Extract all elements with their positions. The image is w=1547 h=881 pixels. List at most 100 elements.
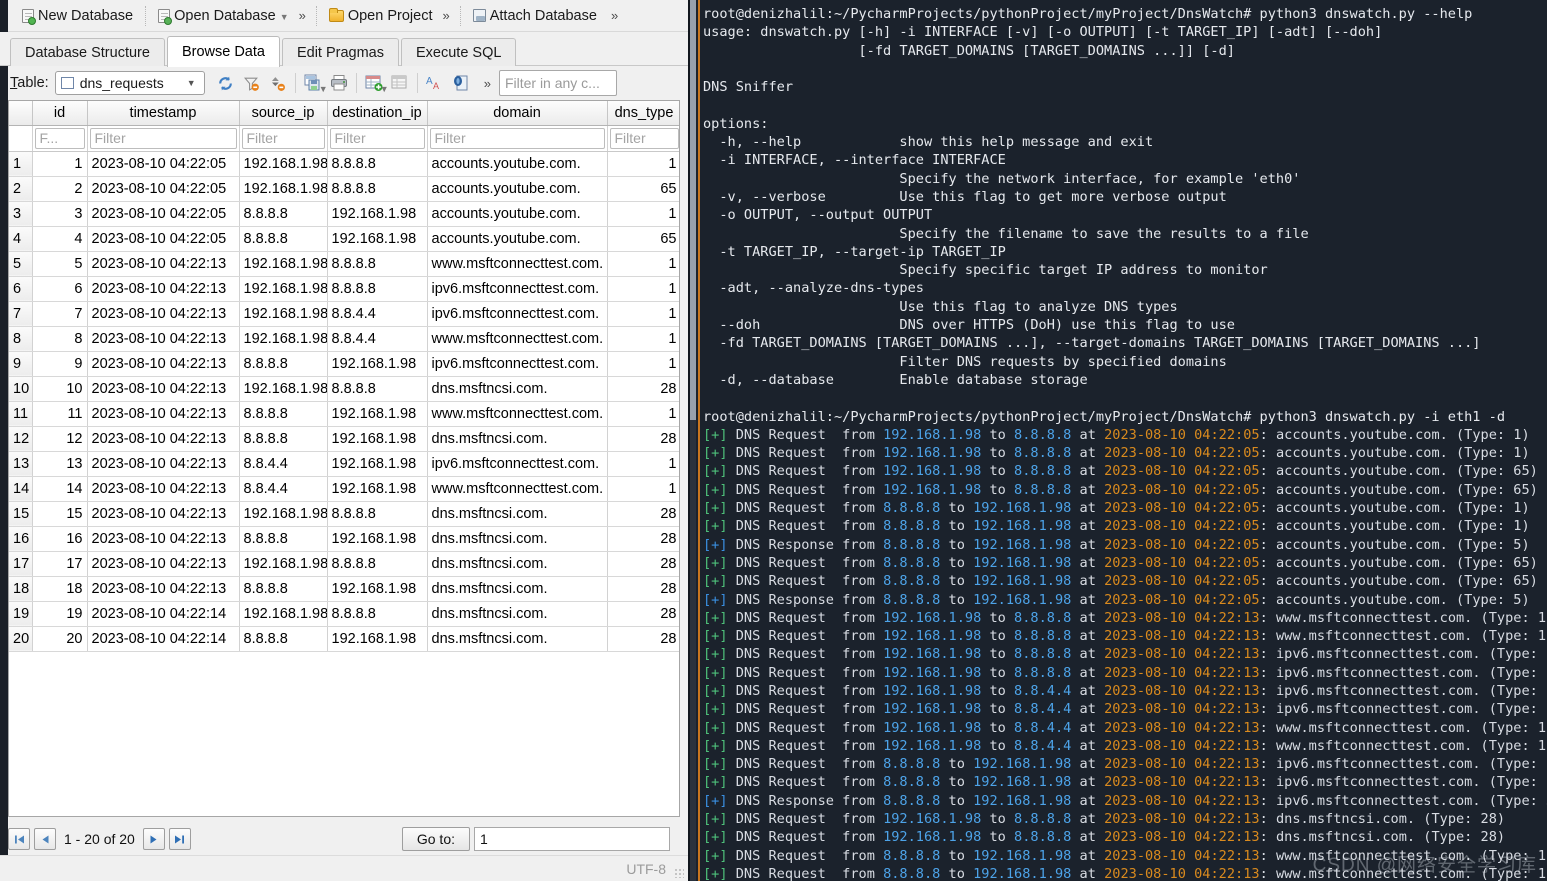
- cell-dns_type[interactable]: 28: [607, 576, 679, 602]
- clear-sorting-button[interactable]: [265, 70, 291, 96]
- font-size-button[interactable]: A A: [422, 70, 448, 96]
- table-row[interactable]: 2 2 2023-08-10 04:22:05 192.168.1.98 8.8.8.8…: [9, 176, 679, 202]
- cell-destination_ip[interactable]: 192.168.1.98: [327, 526, 428, 552]
- cell-destination_ip[interactable]: 8.8.8.8: [327, 176, 428, 202]
- table-row[interactable]: 5 5 2023-08-10 04:22:13 192.168.1.98 8.8.8.8…: [9, 251, 679, 277]
- filter-input-source_ip[interactable]: Filter: [241, 127, 325, 149]
- cell-source_ip[interactable]: 192.168.1.98: [239, 326, 328, 352]
- cell-id[interactable]: 11: [32, 401, 88, 427]
- previous-record-button[interactable]: [34, 828, 56, 850]
- cell-timestamp[interactable]: 2023-08-10 04:22:13: [87, 426, 240, 452]
- cell-destination_ip[interactable]: 8.8.4.4: [327, 326, 428, 352]
- table-row[interactable]: 8 8 2023-08-10 04:22:13 192.168.1.98 8.8.4.4…: [9, 326, 679, 352]
- clear-filters-button[interactable]: [239, 70, 265, 96]
- cell-source_ip[interactable]: 192.168.1.98: [239, 551, 328, 577]
- cell-timestamp[interactable]: 2023-08-10 04:22:13: [87, 526, 240, 552]
- column-header-destination-ip[interactable]: destination_ip: [327, 101, 428, 126]
- cell-id[interactable]: 8: [32, 326, 88, 352]
- cell-id[interactable]: 4: [32, 226, 88, 252]
- cell-dns_type[interactable]: 28: [607, 626, 679, 652]
- row-header[interactable]: 14: [9, 476, 33, 502]
- table-row[interactable]: 18 18 2023-08-10 04:22:13 8.8.8.8 192.168.1.…: [9, 576, 679, 602]
- row-header[interactable]: 6: [9, 276, 33, 302]
- cell-domain[interactable]: www.msftconnecttest.com.: [427, 326, 608, 352]
- cell-source_ip[interactable]: 8.8.8.8: [239, 626, 328, 652]
- cell-timestamp[interactable]: 2023-08-10 04:22:13: [87, 276, 240, 302]
- cell-destination_ip[interactable]: 8.8.8.8: [327, 501, 428, 527]
- cell-domain[interactable]: ipv6.msftconnecttest.com.: [427, 451, 608, 477]
- cell-dns_type[interactable]: 1: [607, 251, 679, 277]
- cell-domain[interactable]: www.msftconnecttest.com.: [427, 476, 608, 502]
- row-header[interactable]: 9: [9, 351, 33, 377]
- cell-dns_type[interactable]: 65: [607, 176, 679, 202]
- refresh-button[interactable]: [213, 70, 239, 96]
- cell-id[interactable]: 15: [32, 501, 88, 527]
- cell-timestamp[interactable]: 2023-08-10 04:22:13: [87, 551, 240, 577]
- filter-cell-destination_ip[interactable]: Filter: [327, 125, 428, 152]
- cell-source_ip[interactable]: 8.8.8.8: [239, 576, 328, 602]
- cell-destination_ip[interactable]: 8.8.4.4: [327, 301, 428, 327]
- cell-destination_ip[interactable]: 8.8.8.8: [327, 276, 428, 302]
- cell-dns_type[interactable]: 65: [607, 226, 679, 252]
- cell-timestamp[interactable]: 2023-08-10 04:22:13: [87, 301, 240, 327]
- cell-domain[interactable]: www.msftconnecttest.com.: [427, 251, 608, 277]
- table-row[interactable]: 12 12 2023-08-10 04:22:13 8.8.8.8 192.168.1.…: [9, 426, 679, 452]
- toolbar-overflow-2[interactable]: »: [438, 8, 453, 23]
- filter-input-destination_ip[interactable]: Filter: [329, 127, 425, 149]
- tab-edit-pragmas[interactable]: Edit Pragmas: [281, 38, 399, 66]
- filter-cell-id[interactable]: F...: [32, 125, 88, 152]
- table-row[interactable]: 7 7 2023-08-10 04:22:13 192.168.1.98 8.8.4.4…: [9, 301, 679, 327]
- cell-source_ip[interactable]: 192.168.1.98: [239, 276, 328, 302]
- cell-dns_type[interactable]: 1: [607, 476, 679, 502]
- cell-domain[interactable]: accounts.youtube.com.: [427, 201, 608, 227]
- cell-destination_ip[interactable]: 8.8.8.8: [327, 376, 428, 402]
- cell-dns_type[interactable]: 1: [607, 401, 679, 427]
- cell-id[interactable]: 6: [32, 276, 88, 302]
- open-project-button[interactable]: Open Project: [323, 6, 439, 26]
- cell-source_ip[interactable]: 192.168.1.98: [239, 176, 328, 202]
- goto-input[interactable]: 1: [474, 827, 670, 851]
- cell-timestamp[interactable]: 2023-08-10 04:22:05: [87, 226, 240, 252]
- grid-corner[interactable]: [9, 101, 33, 126]
- cell-dns_type[interactable]: 28: [607, 601, 679, 627]
- cell-source_ip[interactable]: 8.8.8.8: [239, 226, 328, 252]
- cell-destination_ip[interactable]: 192.168.1.98: [327, 426, 428, 452]
- cell-id[interactable]: 18: [32, 576, 88, 602]
- table-row[interactable]: 19 19 2023-08-10 04:22:14 192.168.1.98 8.8.8…: [9, 601, 679, 627]
- table-bar-overflow[interactable]: »: [480, 76, 495, 91]
- insert-record-button[interactable]: ▼: [361, 70, 389, 96]
- cell-id[interactable]: 20: [32, 626, 88, 652]
- cell-source_ip[interactable]: 8.8.8.8: [239, 351, 328, 377]
- cell-id[interactable]: 7: [32, 301, 88, 327]
- find-button[interactable]: [448, 70, 474, 96]
- table-row[interactable]: 14 14 2023-08-10 04:22:13 8.8.4.4 192.168.1.…: [9, 476, 679, 502]
- cell-source_ip[interactable]: 8.8.4.4: [239, 451, 328, 477]
- cell-timestamp[interactable]: 2023-08-10 04:22:13: [87, 451, 240, 477]
- open-database-button[interactable]: Open Database ▼: [152, 6, 295, 26]
- cell-id[interactable]: 12: [32, 426, 88, 452]
- first-record-button[interactable]: [8, 828, 30, 850]
- filter-input-dns_type[interactable]: Filter: [609, 127, 679, 149]
- cell-destination_ip[interactable]: 8.8.8.8: [327, 601, 428, 627]
- cell-destination_ip[interactable]: 192.168.1.98: [327, 201, 428, 227]
- cell-dns_type[interactable]: 1: [607, 151, 679, 177]
- open-database-dropdown-icon[interactable]: ▼: [280, 12, 289, 22]
- table-row[interactable]: 17 17 2023-08-10 04:22:13 192.168.1.98 8.8.8…: [9, 551, 679, 577]
- cell-domain[interactable]: dns.msftncsi.com.: [427, 626, 608, 652]
- toolbar-overflow-3[interactable]: »: [607, 8, 622, 23]
- table-row[interactable]: 11 11 2023-08-10 04:22:13 8.8.8.8 192.168.1.…: [9, 401, 679, 427]
- chevron-down-icon[interactable]: ▼: [183, 78, 202, 88]
- cell-dns_type[interactable]: 1: [607, 301, 679, 327]
- cell-source_ip[interactable]: 192.168.1.98: [239, 501, 328, 527]
- cell-dns_type[interactable]: 1: [607, 351, 679, 377]
- cell-domain[interactable]: ipv6.msftconnecttest.com.: [427, 351, 608, 377]
- cell-domain[interactable]: accounts.youtube.com.: [427, 151, 608, 177]
- terminal-pane[interactable]: root@denizhalil:~/PycharmProjects/python…: [690, 0, 1547, 881]
- cell-timestamp[interactable]: 2023-08-10 04:22:13: [87, 376, 240, 402]
- table-row[interactable]: 6 6 2023-08-10 04:22:13 192.168.1.98 8.8.8.8…: [9, 276, 679, 302]
- row-header[interactable]: 19: [9, 601, 33, 627]
- row-header[interactable]: 13: [9, 451, 33, 477]
- cell-id[interactable]: 5: [32, 251, 88, 277]
- cell-source_ip[interactable]: 192.168.1.98: [239, 376, 328, 402]
- row-header[interactable]: 11: [9, 401, 33, 427]
